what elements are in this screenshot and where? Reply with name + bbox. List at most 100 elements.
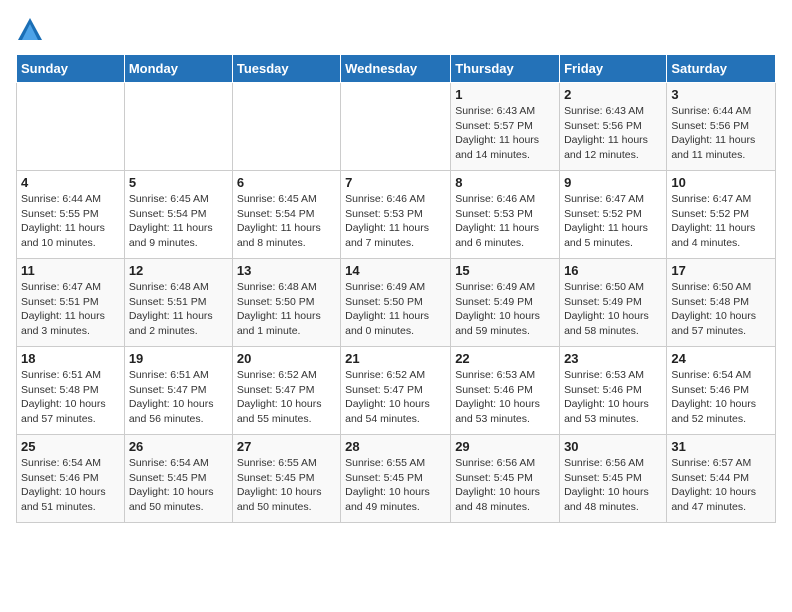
calendar-cell: 11 Sunrise: 6:47 AMSunset: 5:51 PMDayligh… [17,259,125,347]
calendar-cell: 15 Sunrise: 6:49 AMSunset: 5:49 PMDayligh… [451,259,560,347]
calendar-cell: 29Sunrise: 6:56 AMSunset: 5:45 PMDayligh… [451,435,560,523]
calendar-cell: 4Sunrise: 6:44 AMSunset: 5:55 PMDaylight… [17,171,125,259]
calendar-cell: 26 Sunrise: 6:54 AMSunset: 5:45 PMDayligh… [124,435,232,523]
calendar-cell [341,83,451,171]
calendar-cell: 25Sunrise: 6:54 AMSunset: 5:46 PMDayligh… [17,435,125,523]
weekday-header-saturday: Saturday [667,55,776,83]
weekday-header-friday: Friday [560,55,667,83]
calendar-cell: 9 Sunrise: 6:47 AMSunset: 5:52 PMDaylight… [560,171,667,259]
day-number: 21 [345,351,446,366]
logo [16,16,48,44]
calendar-cell: 3 Sunrise: 6:44 AMSunset: 5:56 PMDaylight… [667,83,776,171]
day-info: Sunrise: 6:47 AMSunset: 5:52 PMDaylight:… [564,192,662,251]
day-number: 8 [455,175,555,190]
day-info: Sunrise: 6:45 AMSunset: 5:54 PMDaylight:… [129,192,228,251]
calendar-cell: 23 Sunrise: 6:53 AMSunset: 5:46 PMDayligh… [560,347,667,435]
day-info: Sunrise: 6:52 AMSunset: 5:47 PMDaylight:… [237,368,336,427]
day-info: Sunrise: 6:56 AMSunset: 5:45 PMDaylight:… [455,456,555,515]
calendar-week-row: 1 Sunrise: 6:43 AMSunset: 5:57 PMDaylight… [17,83,776,171]
day-number: 14 [345,263,446,278]
day-info: Sunrise: 6:57 AMSunset: 5:44 PMDaylight:… [671,456,771,515]
day-info: Sunrise: 6:44 AMSunset: 5:56 PMDaylight:… [671,104,771,163]
calendar-week-row: 11 Sunrise: 6:47 AMSunset: 5:51 PMDayligh… [17,259,776,347]
day-info: Sunrise: 6:43 AMSunset: 5:56 PMDaylight:… [564,104,662,163]
day-info: Sunrise: 6:52 AMSunset: 5:47 PMDaylight:… [345,368,446,427]
calendar-table: SundayMondayTuesdayWednesdayThursdayFrid… [16,54,776,523]
day-number: 16 [564,263,662,278]
calendar-cell: 17 Sunrise: 6:50 AMSunset: 5:48 PMDayligh… [667,259,776,347]
day-number: 31 [671,439,771,454]
day-info: Sunrise: 6:49 AMSunset: 5:49 PMDaylight:… [455,280,555,339]
day-info: Sunrise: 6:49 AMSunset: 5:50 PMDaylight:… [345,280,446,339]
day-number: 4 [21,175,120,190]
calendar-cell: 20 Sunrise: 6:52 AMSunset: 5:47 PMDayligh… [232,347,340,435]
logo-icon [16,16,44,44]
weekday-header-monday: Monday [124,55,232,83]
day-number: 20 [237,351,336,366]
calendar-cell: 28 Sunrise: 6:55 AMSunset: 5:45 PMDayligh… [341,435,451,523]
calendar-cell: 10Sunrise: 6:47 AMSunset: 5:52 PMDayligh… [667,171,776,259]
calendar-week-row: 18 Sunrise: 6:51 AMSunset: 5:48 PMDayligh… [17,347,776,435]
day-info: Sunrise: 6:50 AMSunset: 5:49 PMDaylight:… [564,280,662,339]
day-number: 28 [345,439,446,454]
day-number: 1 [455,87,555,102]
day-number: 15 [455,263,555,278]
day-info: Sunrise: 6:46 AMSunset: 5:53 PMDaylight:… [455,192,555,251]
day-number: 7 [345,175,446,190]
day-info: Sunrise: 6:51 AMSunset: 5:47 PMDaylight:… [129,368,228,427]
day-info: Sunrise: 6:47 AMSunset: 5:51 PMDaylight:… [21,280,120,339]
weekday-header-thursday: Thursday [451,55,560,83]
weekday-header-sunday: Sunday [17,55,125,83]
day-info: Sunrise: 6:55 AMSunset: 5:45 PMDaylight:… [345,456,446,515]
day-number: 22 [455,351,555,366]
calendar-cell: 31 Sunrise: 6:57 AMSunset: 5:44 PMDayligh… [667,435,776,523]
calendar-cell: 24 Sunrise: 6:54 AMSunset: 5:46 PMDayligh… [667,347,776,435]
calendar-cell: 21 Sunrise: 6:52 AMSunset: 5:47 PMDayligh… [341,347,451,435]
calendar-cell: 30 Sunrise: 6:56 AMSunset: 5:45 PMDayligh… [560,435,667,523]
day-number: 2 [564,87,662,102]
calendar-cell: 22 Sunrise: 6:53 AMSunset: 5:46 PMDayligh… [451,347,560,435]
day-number: 19 [129,351,228,366]
calendar-cell: 12 Sunrise: 6:48 AMSunset: 5:51 PMDayligh… [124,259,232,347]
day-number: 9 [564,175,662,190]
day-info: Sunrise: 6:51 AMSunset: 5:48 PMDaylight:… [21,368,120,427]
day-info: Sunrise: 6:53 AMSunset: 5:46 PMDaylight:… [564,368,662,427]
calendar-cell: 27Sunrise: 6:55 AMSunset: 5:45 PMDayligh… [232,435,340,523]
day-info: Sunrise: 6:43 AMSunset: 5:57 PMDaylight:… [455,104,555,163]
day-info: Sunrise: 6:54 AMSunset: 5:46 PMDaylight:… [671,368,771,427]
day-number: 18 [21,351,120,366]
day-info: Sunrise: 6:53 AMSunset: 5:46 PMDaylight:… [455,368,555,427]
day-number: 13 [237,263,336,278]
page-header [16,16,776,44]
day-number: 3 [671,87,771,102]
day-number: 25 [21,439,120,454]
calendar-cell: 5 Sunrise: 6:45 AMSunset: 5:54 PMDaylight… [124,171,232,259]
calendar-cell: 18 Sunrise: 6:51 AMSunset: 5:48 PMDayligh… [17,347,125,435]
calendar-week-row: 4Sunrise: 6:44 AMSunset: 5:55 PMDaylight… [17,171,776,259]
calendar-cell: 6Sunrise: 6:45 AMSunset: 5:54 PMDaylight… [232,171,340,259]
day-number: 30 [564,439,662,454]
day-info: Sunrise: 6:54 AMSunset: 5:45 PMDaylight:… [129,456,228,515]
calendar-cell: 8 Sunrise: 6:46 AMSunset: 5:53 PMDaylight… [451,171,560,259]
weekday-header-wednesday: Wednesday [341,55,451,83]
weekday-header-tuesday: Tuesday [232,55,340,83]
day-number: 5 [129,175,228,190]
day-info: Sunrise: 6:50 AMSunset: 5:48 PMDaylight:… [671,280,771,339]
day-number: 12 [129,263,228,278]
calendar-cell: 1 Sunrise: 6:43 AMSunset: 5:57 PMDaylight… [451,83,560,171]
day-number: 24 [671,351,771,366]
day-number: 26 [129,439,228,454]
calendar-cell: 2 Sunrise: 6:43 AMSunset: 5:56 PMDaylight… [560,83,667,171]
day-info: Sunrise: 6:47 AMSunset: 5:52 PMDaylight:… [671,192,771,251]
day-number: 27 [237,439,336,454]
day-info: Sunrise: 6:48 AMSunset: 5:51 PMDaylight:… [129,280,228,339]
day-number: 23 [564,351,662,366]
day-info: Sunrise: 6:56 AMSunset: 5:45 PMDaylight:… [564,456,662,515]
day-info: Sunrise: 6:45 AMSunset: 5:54 PMDaylight:… [237,192,336,251]
day-number: 11 [21,263,120,278]
day-number: 17 [671,263,771,278]
calendar-cell [124,83,232,171]
day-info: Sunrise: 6:46 AMSunset: 5:53 PMDaylight:… [345,192,446,251]
weekday-header-row: SundayMondayTuesdayWednesdayThursdayFrid… [17,55,776,83]
calendar-week-row: 25Sunrise: 6:54 AMSunset: 5:46 PMDayligh… [17,435,776,523]
